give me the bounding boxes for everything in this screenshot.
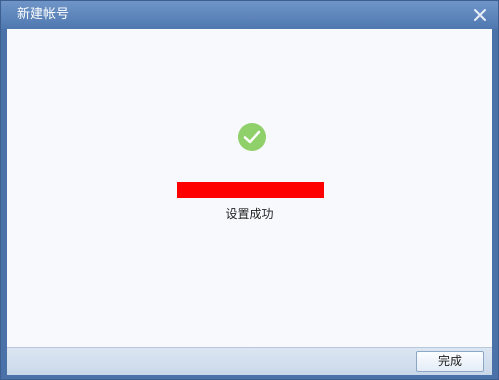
- dialog-footer: 完成: [7, 347, 492, 375]
- close-button[interactable]: [470, 5, 490, 25]
- dialog-window: 新建帐号 设置成功 完成: [0, 0, 499, 380]
- title-bar: 新建帐号: [1, 1, 498, 29]
- status-message: 设置成功: [225, 207, 274, 221]
- check-circle-icon: [238, 123, 266, 151]
- window-title: 新建帐号: [17, 7, 70, 22]
- redacted-text-block: [177, 182, 324, 198]
- close-icon: [474, 9, 486, 21]
- done-button[interactable]: 完成: [416, 351, 484, 372]
- dialog-content: 设置成功: [7, 29, 492, 347]
